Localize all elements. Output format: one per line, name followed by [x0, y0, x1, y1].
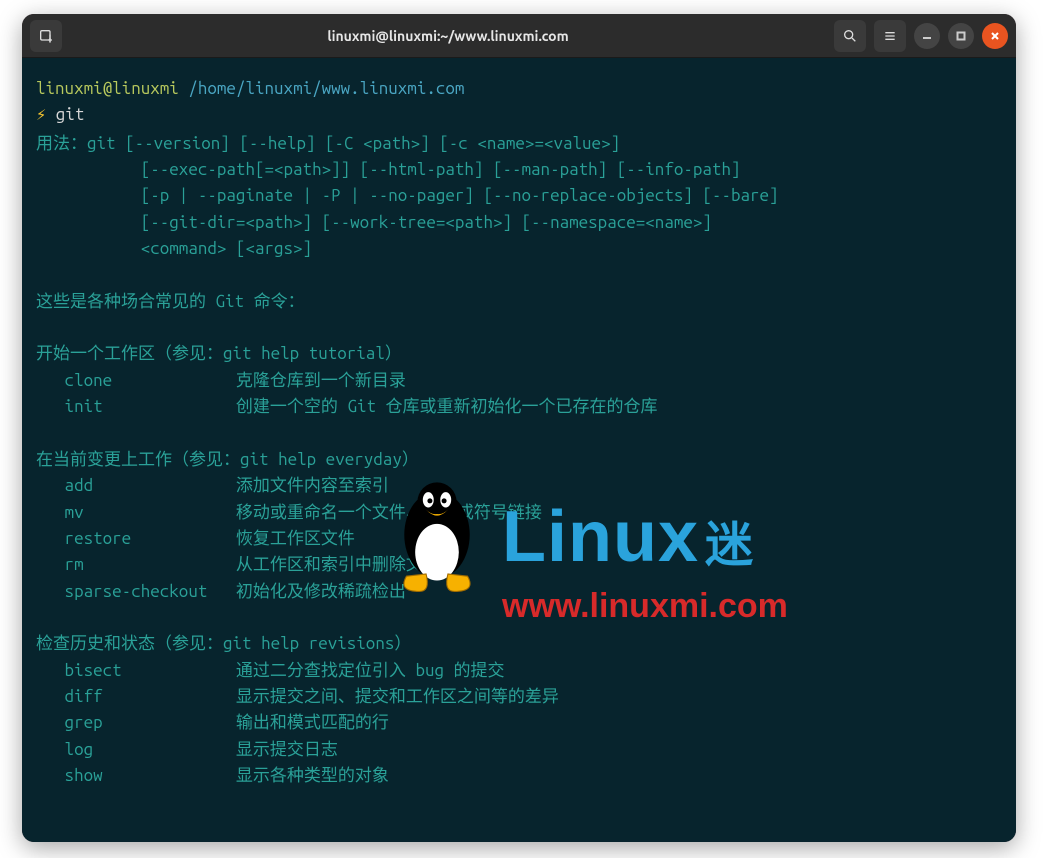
- prompt-line-2: ⚡ git: [36, 102, 1002, 128]
- maximize-icon: [956, 31, 966, 41]
- search-button[interactable]: [834, 20, 866, 52]
- command-input: git: [56, 105, 85, 124]
- titlebar: linuxmi@linuxmi:~/www.linuxmi.com: [22, 14, 1016, 58]
- prompt-host: linuxmi@linuxmi: [36, 79, 179, 98]
- hamburger-icon: [882, 28, 898, 44]
- close-button[interactable]: [982, 23, 1008, 49]
- prompt-line-1: linuxmi@linuxmi /home/linuxmi/www.linuxm…: [36, 76, 1002, 102]
- terminal-body[interactable]: linuxmi@linuxmi /home/linuxmi/www.linuxm…: [22, 58, 1016, 842]
- search-icon: [842, 28, 858, 44]
- terminal-window: linuxmi@linuxmi:~/www.linuxmi.com linuxm…: [22, 14, 1016, 842]
- new-tab-icon: [38, 28, 54, 44]
- menu-button[interactable]: [874, 20, 906, 52]
- new-tab-button[interactable]: [30, 20, 62, 52]
- window-title: linuxmi@linuxmi:~/www.linuxmi.com: [70, 28, 826, 44]
- minimize-icon: [922, 31, 932, 41]
- maximize-button[interactable]: [948, 23, 974, 49]
- close-icon: [990, 31, 1000, 41]
- minimize-button[interactable]: [914, 23, 940, 49]
- lightning-icon: ⚡: [36, 105, 46, 124]
- prompt-path: /home/linuxmi/www.linuxmi.com: [188, 79, 464, 98]
- terminal-output: 用法：git [--version] [--help] [-C <path>] …: [36, 131, 1002, 790]
